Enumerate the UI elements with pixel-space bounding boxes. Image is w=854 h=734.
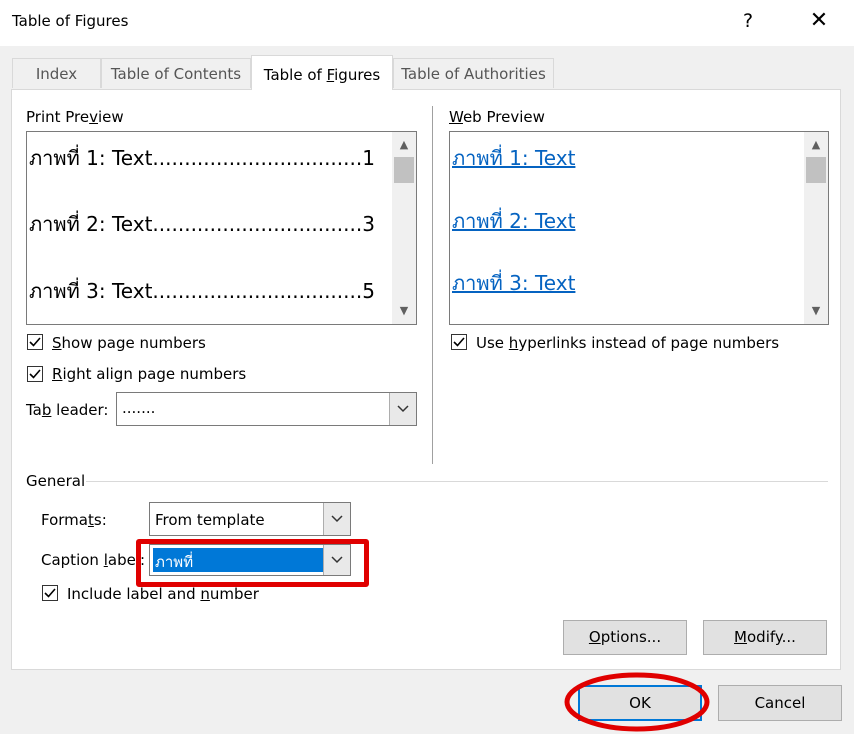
tab-table-of-contents[interactable]: Table of Contents xyxy=(101,58,251,88)
right-align-label[interactable]: Right align page numbers xyxy=(52,365,246,383)
use-hyperlinks-checkbox[interactable] xyxy=(451,334,467,350)
print-preview-scrollbar[interactable]: ▲ ▼ xyxy=(392,132,416,324)
formats-select[interactable]: From template xyxy=(149,502,351,536)
right-align-checkbox[interactable] xyxy=(27,366,43,382)
print-preview-line: ภาพที่ 3: Text..........................… xyxy=(29,279,375,303)
web-preview-link[interactable]: ภาพที่ 1: Text xyxy=(452,142,575,174)
modify-button[interactable]: Modify... xyxy=(703,620,827,655)
highlight-ellipse xyxy=(564,672,710,732)
checkmark-icon xyxy=(44,588,56,598)
general-heading: General xyxy=(26,472,86,490)
include-label-checkbox[interactable] xyxy=(42,585,58,601)
checkmark-icon xyxy=(453,337,465,347)
web-preview-scrollbar[interactable]: ▲ ▼ xyxy=(804,132,828,324)
tab-table-of-authorities[interactable]: Table of Authorities xyxy=(393,58,554,88)
vertical-divider xyxy=(432,106,433,464)
use-hyperlinks-label[interactable]: Use hyperlinks instead of page numbers xyxy=(476,334,779,352)
show-page-numbers-checkbox[interactable] xyxy=(27,334,43,350)
scroll-down-icon[interactable]: ▼ xyxy=(392,304,416,317)
web-preview-link[interactable]: ภาพที่ 3: Text xyxy=(452,267,575,299)
tab-leader-label: Tab leader: xyxy=(26,401,109,419)
web-preview-box: ภาพที่ 1: Text ภาพที่ 2: Text ภาพที่ 3: … xyxy=(449,131,829,325)
print-preview-box: ภาพที่ 1: Text..........................… xyxy=(26,131,417,325)
options-button[interactable]: Options... xyxy=(563,620,687,655)
tab-table-of-figures[interactable]: Table of Figures xyxy=(251,55,393,90)
chevron-down-icon xyxy=(397,405,409,413)
tab-leader-select[interactable]: ....... xyxy=(116,392,417,426)
chevron-down-icon xyxy=(331,515,343,523)
formats-dropdown-button[interactable] xyxy=(323,503,350,535)
tab-index[interactable]: Index xyxy=(12,58,101,88)
tab-leader-value: ....... xyxy=(122,399,156,417)
print-preview-heading: Print Preview xyxy=(26,108,124,126)
scroll-up-icon[interactable]: ▲ xyxy=(804,138,828,151)
dialog-title: Table of Figures xyxy=(12,12,129,30)
include-label-label[interactable]: Include label and number xyxy=(67,585,259,603)
formats-value: From template xyxy=(155,511,265,529)
scroll-up-icon[interactable]: ▲ xyxy=(392,138,416,151)
scroll-thumb[interactable] xyxy=(394,157,414,183)
print-preview-line: ภาพที่ 2: Text..........................… xyxy=(29,212,375,236)
cancel-button[interactable]: Cancel xyxy=(718,685,842,721)
checkmark-icon xyxy=(29,369,41,379)
checkmark-icon xyxy=(29,337,41,347)
help-button[interactable]: ? xyxy=(736,10,760,36)
close-icon[interactable]: ✕ xyxy=(805,8,833,36)
print-preview-line: ภาพที่ 1: Text..........................… xyxy=(29,146,375,170)
caption-label-label: Caption label: xyxy=(41,551,146,569)
formats-label: Formats: xyxy=(41,511,107,529)
general-divider xyxy=(86,481,828,482)
scroll-thumb[interactable] xyxy=(806,157,826,183)
scroll-down-icon[interactable]: ▼ xyxy=(804,304,828,317)
show-page-numbers-label[interactable]: Show page numbers xyxy=(52,334,206,352)
highlight-rectangle xyxy=(136,539,369,587)
web-preview-link[interactable]: ภาพที่ 2: Text xyxy=(452,205,575,237)
tab-leader-dropdown-button[interactable] xyxy=(389,393,416,425)
web-preview-heading: Web Preview xyxy=(449,108,545,126)
